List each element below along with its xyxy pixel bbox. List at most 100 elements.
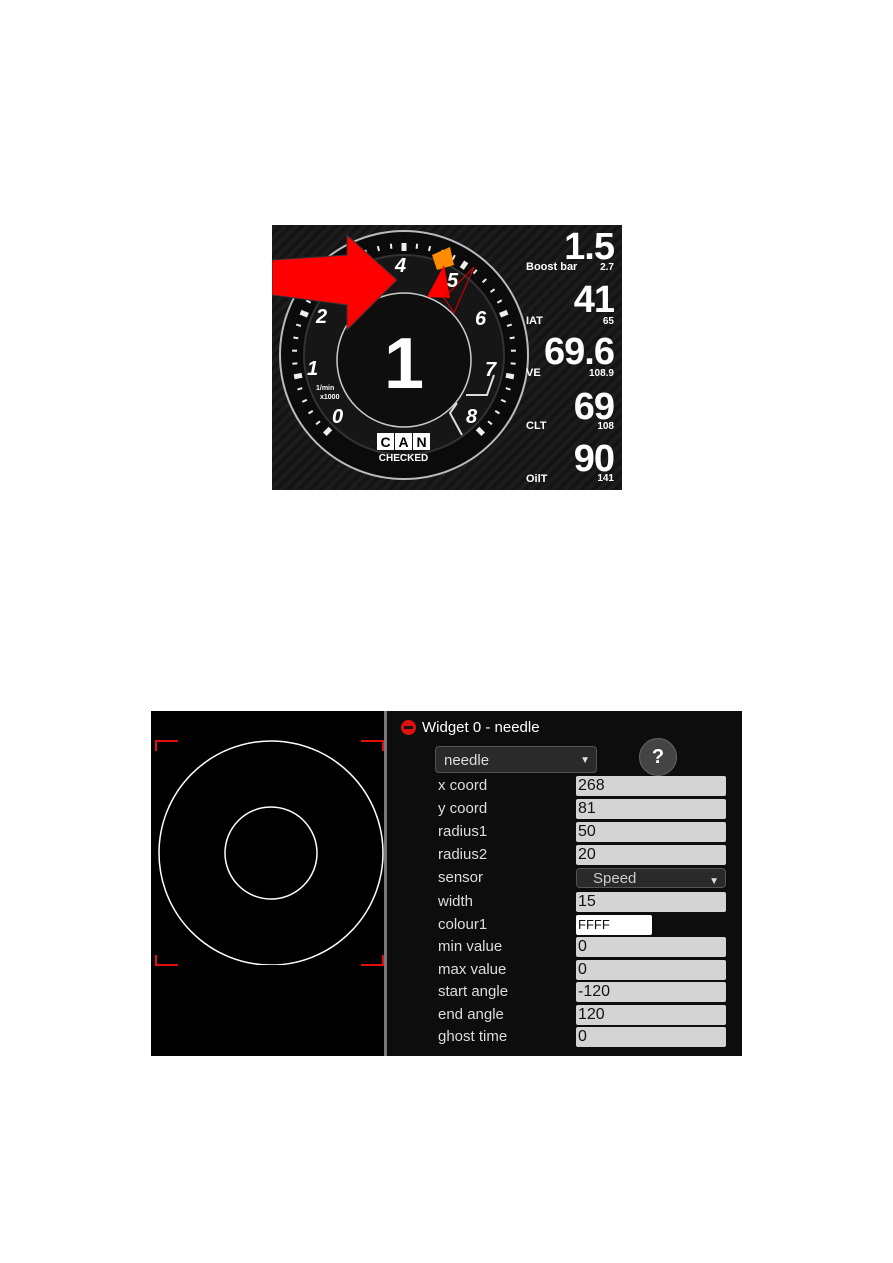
widget-header: Widget 0 - needle (401, 719, 540, 736)
min-value-value: 0 (578, 938, 587, 955)
tach-label: 8 (466, 406, 478, 428)
preview-outer-circle (158, 740, 384, 965)
ghost-time-value: 0 (578, 1028, 587, 1045)
field-row: radius2 20 (438, 845, 728, 865)
preview-inner-circle (224, 806, 318, 900)
oilt-sub: 141 (597, 473, 614, 484)
widget-type-value: needle (444, 752, 490, 769)
svg-text:CHECKED: CHECKED (379, 453, 428, 464)
y-coord-input[interactable]: 81 (576, 799, 726, 819)
y-coord-value: 81 (578, 800, 596, 817)
boost-sub: 2.7 (600, 262, 614, 273)
tach-tick (295, 323, 302, 327)
svg-text:C: C (380, 434, 390, 450)
sensor-label: sensor (438, 869, 484, 886)
radius2-label: radius2 (438, 846, 488, 863)
tach-tick (505, 372, 515, 380)
width-value: 15 (578, 893, 596, 910)
gear-indicator: 1 (384, 324, 424, 404)
colour1-value: FFFF (578, 917, 610, 932)
min-value-input[interactable]: 0 (576, 937, 726, 957)
field-row: radius1 50 (438, 822, 728, 842)
radius1-label: radius1 (438, 823, 488, 840)
iat-label: IAT (526, 315, 543, 327)
start-angle-label: start angle (438, 983, 509, 1000)
tach-tick (428, 245, 432, 252)
tach-tick (415, 243, 419, 249)
widget-editor-screenshot: Widget 0 - needle needle ▼ ? x coord 268 y… (151, 711, 742, 1056)
start-angle-input[interactable]: -120 (576, 982, 726, 1002)
end-angle-value: 120 (578, 1006, 605, 1023)
radius1-input[interactable]: 50 (576, 822, 726, 842)
x-coord-value: 268 (578, 777, 605, 794)
field-row: width 15 (438, 892, 728, 912)
end-angle-label: end angle (438, 1006, 504, 1023)
field-row: sensor Speed ▼ (438, 868, 728, 888)
tach-label: 4 (394, 255, 406, 277)
sensor-select[interactable]: Speed ▼ (576, 868, 726, 888)
radius2-input[interactable]: 20 (576, 845, 726, 865)
ghost-time-input[interactable]: 0 (576, 1027, 726, 1047)
x-coord-input[interactable]: 268 (576, 776, 726, 796)
tach-tick (376, 245, 380, 252)
tach-label: 2 (315, 306, 327, 328)
colour1-input[interactable]: FFFF (576, 915, 652, 935)
sensor-value: Speed (593, 870, 637, 887)
start-angle-value: -120 (578, 983, 611, 1000)
max-value-input[interactable]: 0 (576, 960, 726, 980)
tach-tick (389, 243, 393, 249)
tach-unit: x1000 (320, 394, 340, 401)
widget-type-select[interactable]: needle ▼ (435, 746, 597, 773)
dropdown-arrow-icon: ▼ (709, 876, 719, 887)
tach-label: 5 (447, 270, 459, 292)
end-angle-input[interactable]: 120 (576, 1005, 726, 1025)
can-checked-logo: C A N CHECKED (377, 433, 430, 464)
width-label: width (438, 893, 474, 910)
tach-tick (293, 372, 303, 380)
field-row: max value 0 (438, 960, 728, 980)
field-row: colour1 FFFF (438, 915, 728, 935)
dropdown-arrow-icon: ▼ (580, 755, 590, 766)
max-value-label: max value (438, 961, 507, 978)
ve-label: VE (526, 367, 541, 379)
tach-label: 6 (475, 308, 487, 330)
max-value-value: 0 (578, 961, 587, 978)
field-row: start angle -120 (438, 982, 728, 1002)
width-input[interactable]: 15 (576, 892, 726, 912)
x-coord-label: x coord (438, 777, 488, 794)
tach-label: 0 (332, 406, 343, 428)
clt-label: CLT (526, 420, 547, 432)
widget-preview (151, 711, 384, 1056)
min-value-label: min value (438, 938, 503, 955)
ve-value: 69.6 (544, 331, 615, 373)
field-row: min value 0 (438, 937, 728, 957)
tach-tick (499, 309, 509, 318)
help-button[interactable]: ? (639, 738, 677, 776)
ghost-time-label: ghost time (438, 1028, 508, 1045)
colour1-label: colour1 (438, 916, 488, 933)
svg-text:N: N (416, 434, 426, 450)
field-row: end angle 120 (438, 1005, 728, 1025)
tach-tick (299, 309, 309, 318)
radius1-value: 50 (578, 823, 596, 840)
tach-tick (509, 336, 515, 340)
iat-value: 41 (573, 279, 615, 321)
tach-label: 1 (307, 358, 318, 380)
y-coord-label: y coord (438, 800, 488, 817)
tach-tick (293, 336, 299, 340)
remove-widget-icon[interactable] (401, 720, 416, 735)
svg-text:A: A (398, 434, 408, 450)
field-row: ghost time 0 (438, 1027, 728, 1047)
tach-label: 7 (485, 359, 497, 381)
iat-sub: 65 (602, 316, 614, 327)
ve-sub: 108.9 (588, 368, 614, 379)
tach-unit: 1/min (316, 385, 334, 392)
widget-title: Widget 0 - needle (422, 719, 540, 736)
field-row: x coord 268 (438, 776, 728, 796)
boost-label: Boost bar (526, 261, 578, 273)
dashboard-screenshot: 0 1 2 4 5 6 7 8 1/min x1000 1 C A N CHEC… (272, 225, 622, 490)
oilt-label: OilT (526, 473, 548, 485)
radius2-value: 20 (578, 846, 596, 863)
tach-tick (506, 323, 513, 327)
field-row: y coord 81 (438, 799, 728, 819)
